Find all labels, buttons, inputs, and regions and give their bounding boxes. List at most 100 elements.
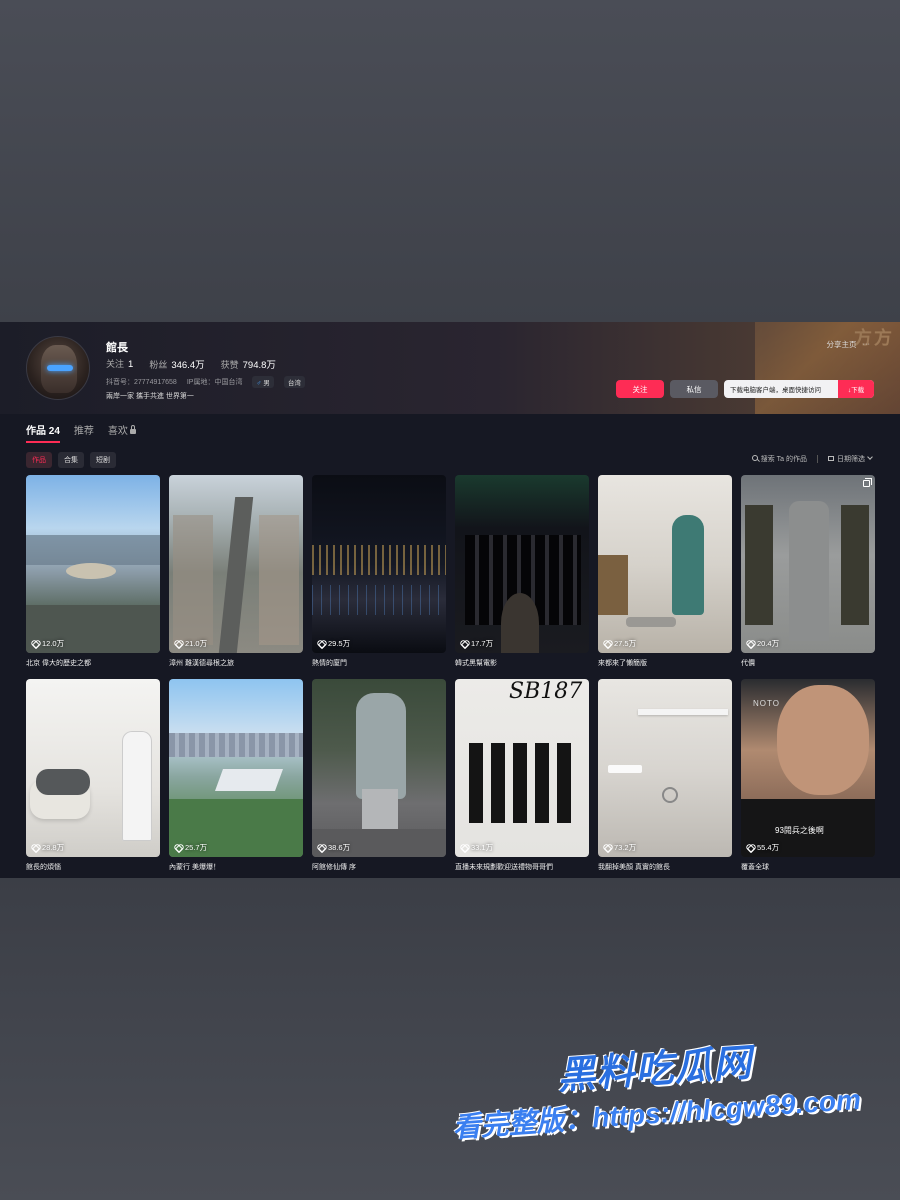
heart-icon (604, 844, 611, 851)
like-count: 38.6万 (318, 842, 350, 853)
video-thumbnail[interactable]: SB187 33.1万 (455, 679, 589, 857)
profile-meta: 抖音号：27774917658 IP属地：中国台湾 ♂ 男 台湾 (106, 376, 305, 388)
video-caption[interactable]: 代價 (741, 658, 755, 668)
like-count-value: 25.7万 (185, 843, 208, 852)
video-card[interactable]: SB187 33.1万 直播未來規劃歡迎送禮物哥哥們 (455, 679, 589, 878)
download-button[interactable]: ↓下载 (838, 380, 874, 398)
profile-page: 方方 館長 关注 1 粉丝 346.4万 获赞 794.8万 抖音号：27774917… (0, 322, 900, 878)
message-button[interactable]: 私信 (670, 380, 718, 398)
video-card[interactable]: 12.0万 北京 偉大的歷史之都 (26, 475, 160, 679)
bed-shape (598, 555, 628, 615)
hooks-shape (608, 765, 642, 773)
avatar[interactable] (26, 336, 90, 400)
subtab-short-dramas[interactable]: 短剧 (90, 452, 116, 468)
tab-recommend[interactable]: 推荐 (74, 422, 94, 443)
video-thumbnail[interactable]: 25.7万 (169, 679, 303, 857)
like-count-value: 29.5万 (328, 639, 351, 648)
profile-header: 方方 館長 关注 1 粉丝 346.4万 获赞 794.8万 抖音号：27774917… (0, 322, 900, 414)
subtab-works[interactable]: 作品 (26, 452, 52, 468)
skyline-shape (169, 733, 303, 757)
buildings-left-shape (173, 515, 213, 645)
works-tools: 搜索 Ta 的作品 日期筛选 (751, 454, 873, 464)
profile-tabs: 作品 24 推荐 喜欢 (26, 422, 136, 443)
followers-stat[interactable]: 粉丝 346.4万 (149, 357, 204, 371)
shelf-shape (638, 709, 728, 715)
lock-icon (129, 425, 136, 434)
ip-location: IP属地：中国台湾 (186, 379, 243, 386)
video-card[interactable]: 28.8万 館長的煩惱 (26, 679, 160, 878)
city-skyline-shape (26, 535, 160, 565)
video-thumbnail[interactable]: NOTO 93閱兵之後啊 55.4万 (741, 679, 875, 857)
content-subtabs: 作品 合集 短剧 (26, 452, 116, 468)
like-count-value: 73.2万 (614, 843, 637, 852)
video-thumbnail[interactable]: 28.8万 (26, 679, 160, 857)
like-count-value: 12.0万 (42, 639, 65, 648)
video-caption[interactable]: 韓式黑幫電影 (455, 658, 497, 668)
video-thumbnail[interactable]: 27.5万 (598, 475, 732, 653)
video-caption[interactable]: 館長的煩惱 (26, 862, 61, 872)
video-thumbnail[interactable]: 38.6万 (312, 679, 446, 857)
video-card[interactable]: 17.7万 韓式黑幫電影 (455, 475, 589, 679)
video-card[interactable]: 38.6万 阿館修仙傳 序 (312, 679, 446, 878)
video-card[interactable]: 25.7万 內蒙行 美爆爆！ (169, 679, 303, 878)
video-card[interactable]: NOTO 93閱兵之後啊 55.4万 覆蓋全球 (741, 679, 875, 878)
like-count: 21.0万 (175, 638, 207, 649)
male-icon: ♂ (256, 380, 262, 387)
heart-icon (32, 640, 39, 647)
date-filter-label: 日期筛选 (837, 456, 865, 463)
chevron-down-icon (867, 454, 873, 460)
subtab-collections[interactable]: 合集 (58, 452, 84, 468)
profile-signature: 兩岸一家 攜手共進 世界第一 (106, 393, 194, 400)
more-options-icon[interactable]: ··· (863, 339, 871, 350)
video-caption[interactable]: 來都來了懶簡版 (598, 658, 647, 668)
calendar-icon (828, 456, 834, 461)
gender-label: 男 (263, 380, 270, 387)
video-caption[interactable]: 我翻掉美顏 真實的館長 (598, 862, 670, 872)
video-caption[interactable]: 直播未來規劃歡迎送禮物哥哥們 (455, 862, 553, 872)
share-profile-link[interactable]: 分享主页 (827, 339, 857, 350)
region-badge: 台湾 (283, 376, 305, 388)
tab-likes[interactable]: 喜欢 (108, 422, 136, 443)
date-filter[interactable]: 日期筛选 (828, 454, 873, 464)
like-count-value: 38.6万 (328, 843, 351, 852)
video-thumbnail[interactable]: 17.7万 (455, 475, 589, 653)
followers-label: 粉丝 (149, 360, 168, 370)
video-caption[interactable]: 阿館修仙傳 序 (312, 862, 356, 872)
city-lights-shape (312, 545, 446, 575)
video-caption[interactable]: 熱情的廈門 (312, 658, 347, 668)
video-thumbnail[interactable]: 29.5万 (312, 475, 446, 653)
video-card[interactable]: 20.4万 代價 (741, 475, 875, 679)
follow-button[interactable]: 关注 (616, 380, 664, 398)
like-count: 33.1万 (461, 842, 493, 853)
video-card[interactable]: 29.5万 熱情的廈門 (312, 475, 446, 679)
video-card[interactable]: 21.0万 漳州 難漢德尋根之旅 (169, 475, 303, 679)
heart-icon (604, 640, 611, 647)
video-thumbnail[interactable]: 73.2万 (598, 679, 732, 857)
heart-icon (747, 640, 754, 647)
person-back-shape (501, 593, 539, 653)
tab-works[interactable]: 作品 24 (26, 422, 60, 443)
video-caption[interactable]: 覆蓋全球 (741, 862, 769, 872)
download-client-banner: 下载电脑客户端，桌面快捷访问 ↓下载 (724, 380, 874, 398)
building-shape (214, 769, 284, 791)
video-thumbnail[interactable]: 20.4万 (741, 475, 875, 653)
like-count: 12.0万 (32, 638, 64, 649)
video-caption[interactable]: 漳州 難漢德尋根之旅 (169, 658, 234, 668)
like-count: 27.5万 (604, 638, 636, 649)
profile-stats: 关注 1 粉丝 346.4万 获赞 794.8万 (106, 357, 276, 371)
video-caption[interactable]: 北京 偉大的歷史之都 (26, 658, 91, 668)
followers-value: 346.4万 (171, 360, 205, 371)
video-thumbnail[interactable]: 12.0万 (26, 475, 160, 653)
video-card[interactable]: 27.5万 來都來了懶簡版 (598, 475, 732, 679)
like-count: 28.8万 (32, 842, 64, 853)
likes-value: 794.8万 (242, 360, 276, 371)
like-count: 20.4万 (747, 638, 779, 649)
header-banner-image: 方方 (755, 322, 900, 414)
video-thumbnail[interactable]: 21.0万 (169, 475, 303, 653)
search-works[interactable]: 搜索 Ta 的作品 (751, 454, 807, 464)
heart-icon (32, 844, 39, 851)
following-stat[interactable]: 关注 1 (106, 357, 133, 371)
video-card[interactable]: 73.2万 我翻掉美顏 真實的館長 (598, 679, 732, 878)
video-caption[interactable]: 內蒙行 美爆爆！ (169, 862, 220, 872)
like-count: 17.7万 (461, 638, 493, 649)
